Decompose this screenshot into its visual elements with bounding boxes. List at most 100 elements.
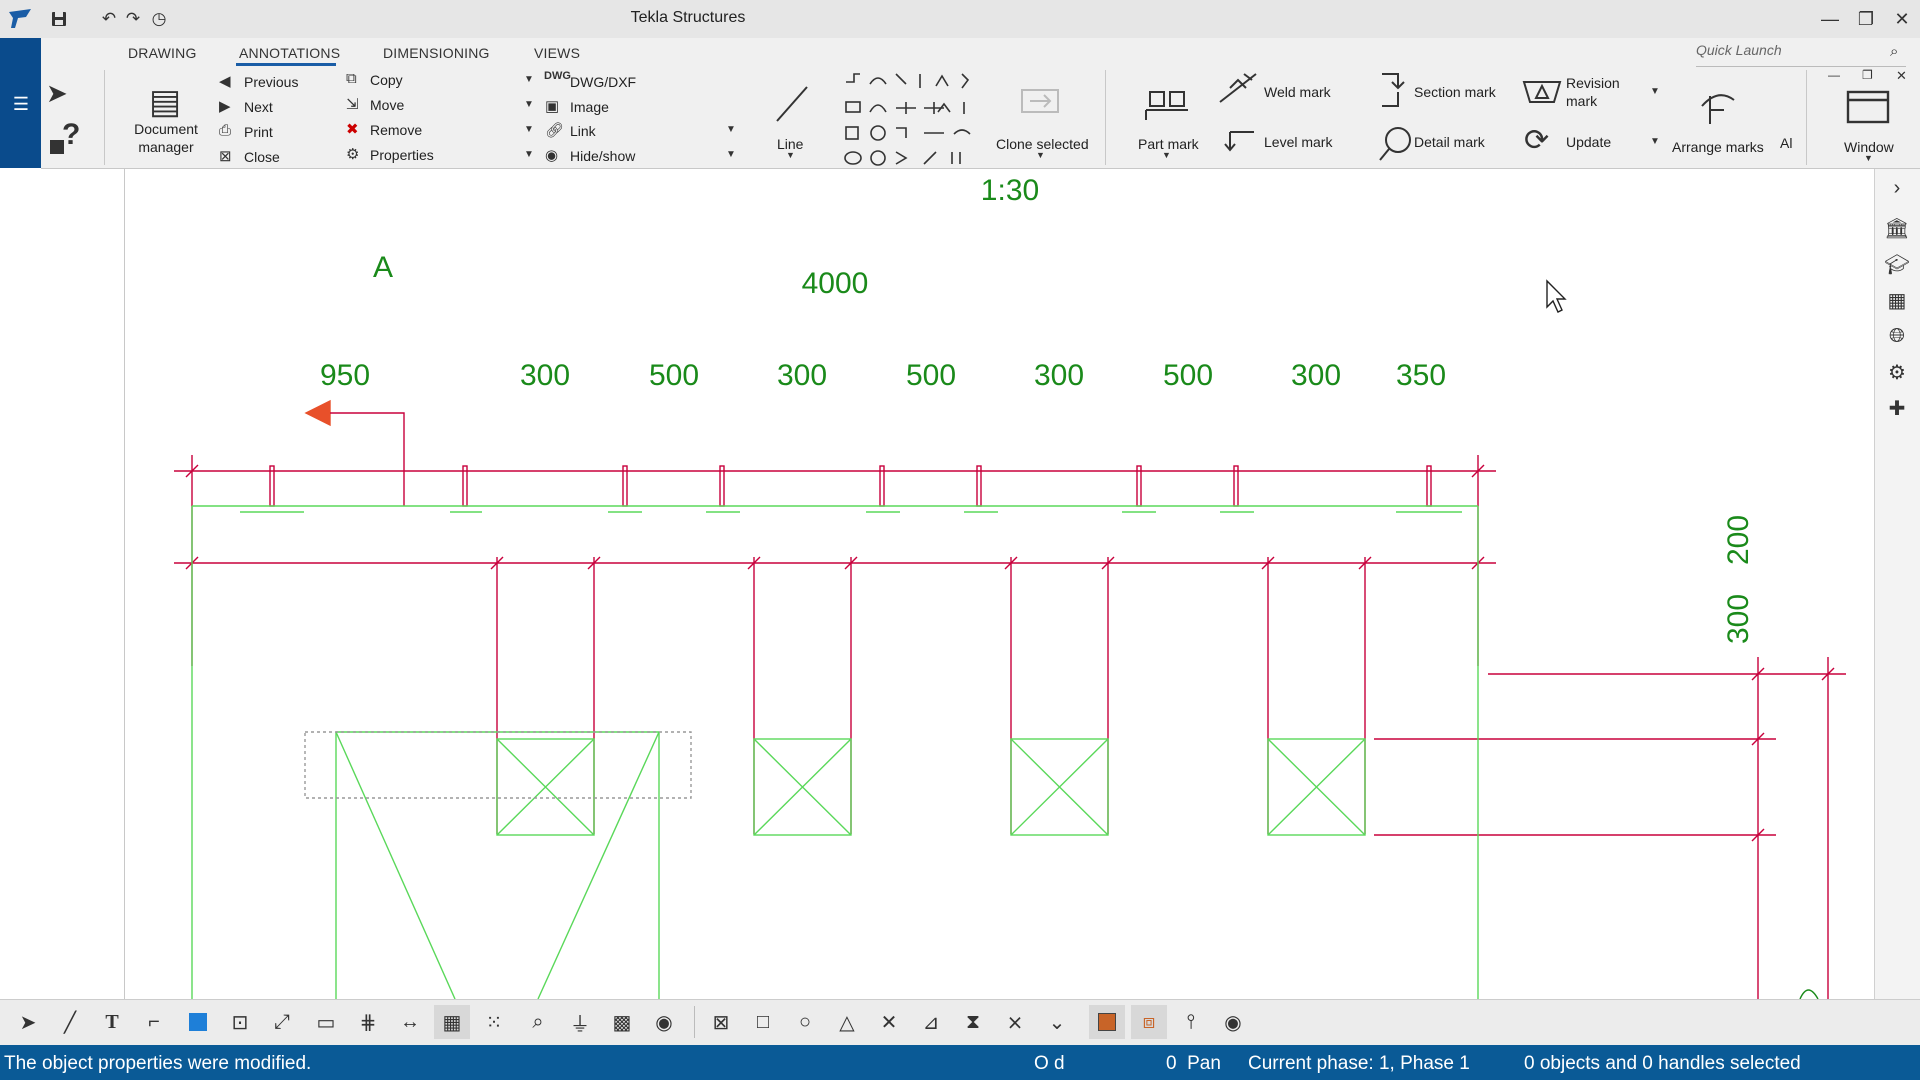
hide-show-button[interactable]: Hide/show (570, 148, 635, 164)
snap-midpoint-icon[interactable]: △ (829, 1005, 865, 1039)
line-dropdown-icon[interactable]: ▼ (786, 150, 795, 160)
revision-dropdown-icon[interactable]: ▼ (1650, 86, 1660, 97)
line-icon[interactable] (774, 84, 810, 129)
revision-mark-button[interactable]: Revision mark (1566, 74, 1630, 110)
snap-intersection-icon[interactable]: ✕ (871, 1005, 907, 1039)
dropdown-arrow-icon[interactable]: ▼ (726, 124, 736, 135)
mark-tool-icon[interactable]: ⌐ (136, 1005, 172, 1039)
part-mark-icon[interactable] (1144, 86, 1190, 127)
dropdown-arrow-icon[interactable]: ▼ (524, 124, 534, 135)
snap-any-position-icon[interactable]: ⨯ (997, 1005, 1033, 1039)
snap-objects-icon[interactable]: ⧈ (1131, 1005, 1167, 1039)
line-tool-icon[interactable]: ╱ (52, 1005, 88, 1039)
ribbon-minimize-icon[interactable]: — (1828, 68, 1840, 82)
weld-mark-button[interactable]: Weld mark (1264, 84, 1331, 100)
detail-mark-button[interactable]: Detail mark (1414, 134, 1485, 150)
snap-parts-icon[interactable] (1089, 1005, 1125, 1039)
clone-dropdown-icon[interactable]: ▼ (1036, 150, 1045, 160)
hatch-grid-icon[interactable]: ▦ (434, 1005, 470, 1039)
revision-mark-icon[interactable] (1520, 78, 1564, 111)
dimension-value[interactable]: 300 (1291, 359, 1341, 392)
dimension-value[interactable]: 350 (1396, 359, 1446, 392)
window-dropdown-icon[interactable]: ▼ (1864, 153, 1873, 163)
close-drawing-button[interactable]: Close (244, 149, 280, 165)
dimension-tool-icon[interactable]: ↔ (392, 1005, 428, 1039)
catalog-icon[interactable]: 🏛︎ (1878, 212, 1916, 244)
tab-annotations[interactable]: ANNOTATIONS (239, 45, 340, 61)
snap-nearest-icon[interactable]: ⌄ (1039, 1005, 1075, 1039)
link-button[interactable]: Link (570, 123, 596, 139)
remove-button[interactable]: Remove (370, 122, 422, 138)
dimension-value[interactable]: 500 (906, 359, 956, 392)
pattern-icon[interactable]: ▩ (604, 1005, 640, 1039)
dimension-value[interactable]: 300 (777, 359, 827, 392)
snap-geometry-icon[interactable]: □ (745, 1005, 781, 1039)
dimension-value[interactable]: 300 (1034, 359, 1084, 392)
arrange-marks-icon[interactable] (1696, 84, 1740, 133)
document-manager-icon[interactable]: ▤ (145, 82, 185, 122)
dotted-grid-icon[interactable]: ⁙ (476, 1005, 512, 1039)
update-button[interactable]: Update (1566, 134, 1611, 150)
dropdown-arrow-icon[interactable]: ▼ (726, 149, 736, 160)
dimension-value[interactable]: 300 (520, 359, 570, 392)
dropdown-arrow-icon[interactable]: ▼ (524, 99, 534, 110)
vertical-dimension-value[interactable]: 300 (1722, 594, 1755, 644)
weld-mark-icon[interactable] (1216, 70, 1260, 111)
text-tool-icon[interactable]: T (94, 1005, 130, 1039)
table-icon[interactable]: ▦ (1878, 284, 1916, 316)
plug-icon[interactable]: ⏚ (562, 1005, 598, 1039)
update-icon[interactable]: ⟳ (1524, 126, 1549, 156)
image-button[interactable]: Image (570, 99, 609, 115)
ribbon-restore-icon[interactable]: ❐ (1862, 68, 1873, 82)
dimension-value[interactable]: 950 (320, 359, 370, 392)
detail-mark-icon[interactable] (1378, 124, 1412, 167)
properties-button[interactable]: Properties (370, 147, 434, 163)
update-dropdown-icon[interactable]: ▼ (1650, 136, 1660, 147)
shape-icon[interactable] (50, 140, 64, 154)
level-mark-icon[interactable] (1222, 128, 1256, 159)
al-button[interactable]: Al (1780, 135, 1792, 151)
expand-panel-icon[interactable]: › (1878, 172, 1916, 204)
view-frame-icon[interactable]: ▭ (308, 1005, 344, 1039)
dwg-dxf-button[interactable]: DWG/DXF (570, 74, 636, 90)
clone-selected-icon[interactable] (1020, 86, 1060, 121)
snap-reference-icon[interactable]: ⊠ (703, 1005, 739, 1039)
restore-button[interactable]: ❐ (1848, 4, 1884, 34)
snap-line-extension-icon[interactable]: ⧗ (955, 1005, 991, 1039)
tab-dimensioning[interactable]: DIMENSIONING (383, 45, 490, 61)
section-mark-button[interactable]: Section mark (1414, 84, 1496, 100)
select-arrow-icon[interactable]: ➤ (46, 78, 68, 109)
previous-button[interactable]: Previous (244, 74, 298, 90)
select-pointer-icon[interactable]: ➤ (10, 1005, 46, 1039)
grid-lines-icon[interactable]: ⋕ (350, 1005, 386, 1039)
fill-color-icon[interactable] (180, 1005, 216, 1039)
section-mark-icon[interactable] (1376, 70, 1406, 115)
dropdown-arrow-icon[interactable]: ▼ (524, 149, 534, 160)
window-icon[interactable] (1846, 90, 1890, 129)
quick-launch-input[interactable]: Quick Launch (1696, 42, 1906, 67)
print-button[interactable]: Print (244, 124, 273, 140)
part-mark-dropdown-icon[interactable]: ▼ (1162, 150, 1171, 160)
ribbon-close-icon[interactable]: ✕ (1896, 68, 1907, 84)
arrange-marks-button[interactable]: Arrange marks (1672, 139, 1764, 155)
overall-dimension[interactable]: 4000 (802, 267, 869, 300)
drawing-shapes-grid-icon[interactable] (844, 72, 984, 173)
copy-button[interactable]: Copy (370, 72, 403, 88)
snap-visibility-icon[interactable]: ◉ (1215, 1005, 1251, 1039)
hamburger-menu-icon[interactable]: ☰ (10, 94, 32, 116)
level-mark-button[interactable]: Level mark (1264, 134, 1332, 150)
snap-perpendicular-icon[interactable]: ⊿ (913, 1005, 949, 1039)
close-button[interactable]: ✕ (1884, 4, 1920, 34)
snap-settings-icon[interactable]: ⫯ (1173, 1005, 1209, 1039)
dropdown-arrow-icon[interactable]: ▼ (524, 74, 534, 85)
move-button[interactable]: Move (370, 97, 404, 113)
weld-tool-icon[interactable]: ⤢ (264, 1005, 300, 1039)
next-button[interactable]: Next (244, 99, 273, 115)
frame-tool-icon[interactable]: ⊡ (222, 1005, 258, 1039)
dimension-value[interactable]: 500 (649, 359, 699, 392)
tab-drawing[interactable]: DRAWING (128, 45, 197, 61)
search-icon[interactable]: ⌕ (1890, 43, 1898, 60)
document-manager-button[interactable]: Document manager (130, 120, 202, 156)
tab-views[interactable]: VIEWS (534, 45, 580, 61)
applications-icon[interactable]: ✚ (1878, 392, 1916, 424)
